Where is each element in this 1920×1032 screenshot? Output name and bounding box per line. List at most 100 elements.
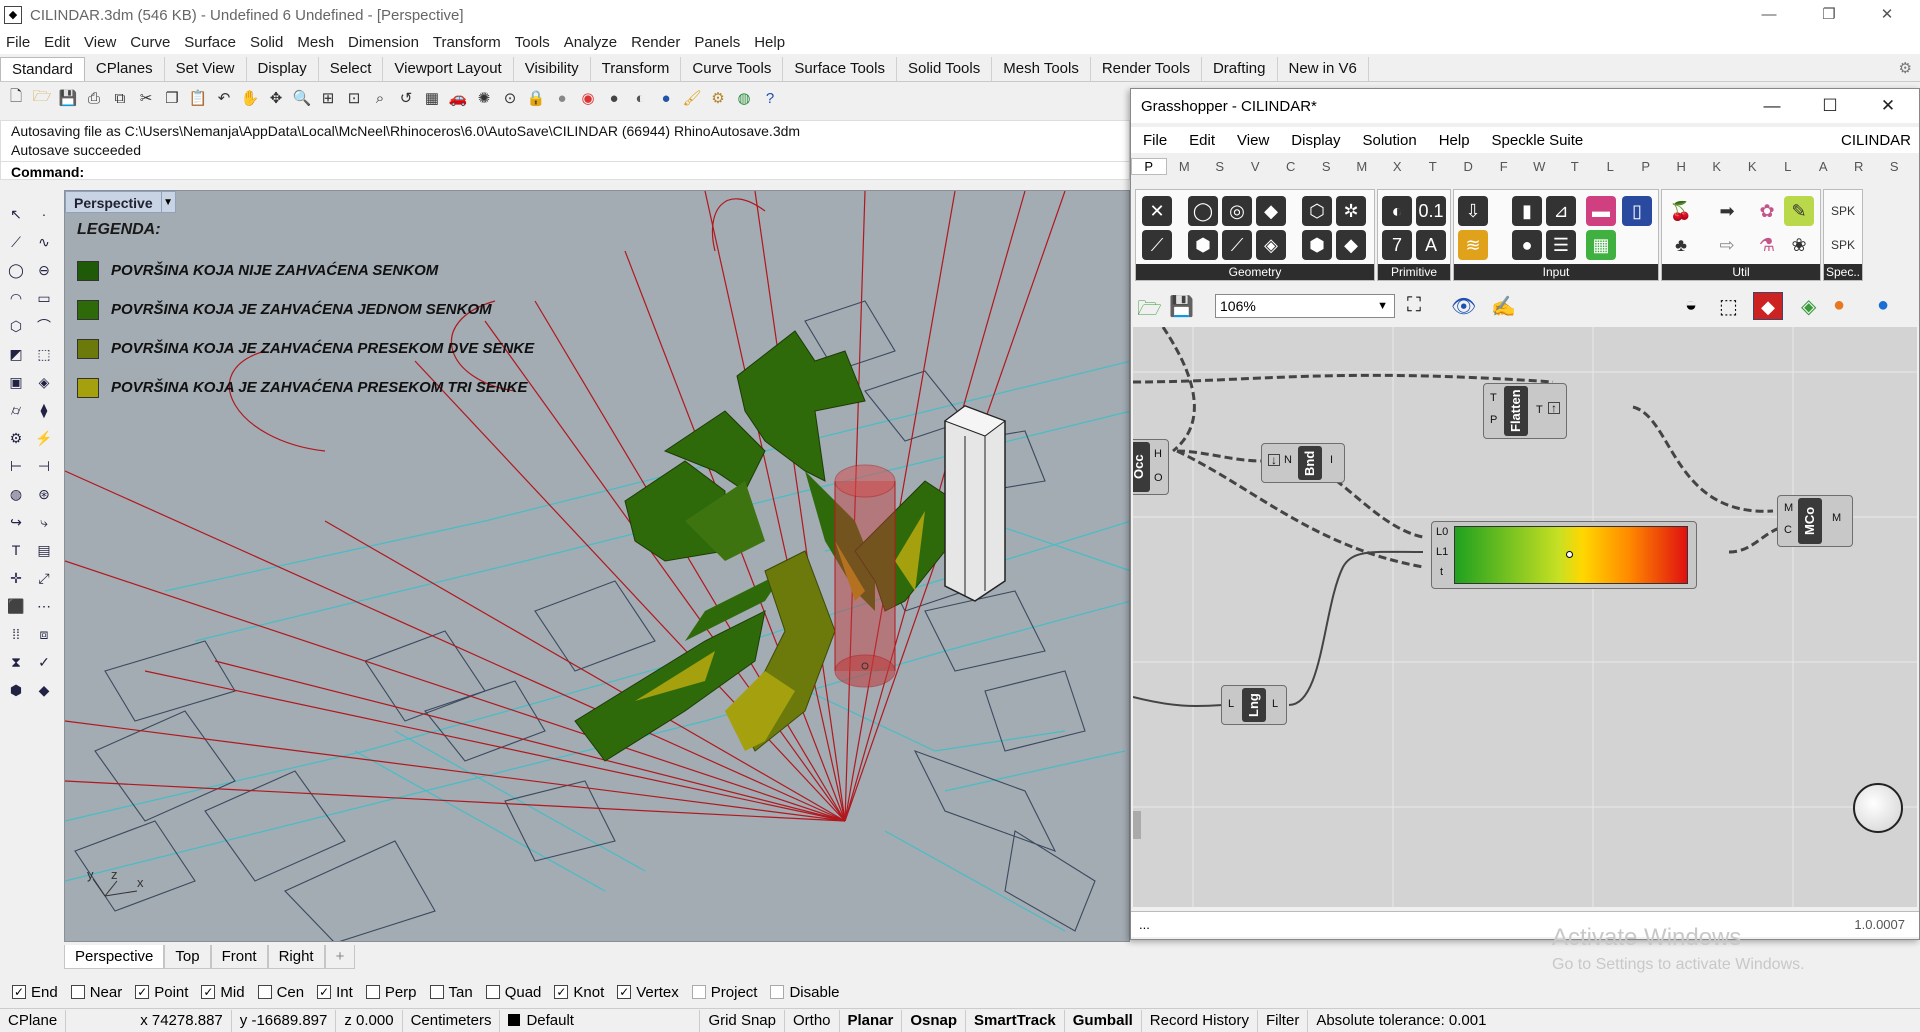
checkbox-icon[interactable]: ✓ xyxy=(201,985,216,999)
tab-perspective[interactable]: Perspective xyxy=(64,945,165,969)
osnap-perp[interactable]: Perp xyxy=(365,984,417,1001)
bnd-input-n[interactable]: N xyxy=(1284,454,1292,466)
light-icon[interactable]: ✺ xyxy=(472,86,496,110)
mco-input-m[interactable]: M xyxy=(1784,502,1793,514)
close-button[interactable]: ✕ xyxy=(1864,0,1910,30)
menu-file[interactable]: File xyxy=(6,34,30,51)
ortho-toggle[interactable]: Ortho xyxy=(785,1009,840,1032)
category-tab[interactable]: M xyxy=(1167,159,1203,174)
light-tool-icon[interactable]: ⚡ xyxy=(32,426,56,450)
category-tab[interactable]: V xyxy=(1238,159,1274,174)
param-icon[interactable]: ▯ xyxy=(1622,196,1652,226)
tab-transform[interactable]: Transform xyxy=(591,57,682,81)
lng-input-l[interactable]: L xyxy=(1228,698,1234,710)
arrow-outline-icon[interactable]: ⇨ xyxy=(1712,230,1742,260)
import-icon[interactable]: ⧉ xyxy=(108,86,132,110)
zoom-selected-icon[interactable]: ⊡ xyxy=(342,86,366,110)
galapagos-icon[interactable]: ✿ xyxy=(1752,196,1782,226)
param-icon[interactable]: ◎ xyxy=(1222,196,1252,226)
menu-transform[interactable]: Transform xyxy=(433,34,501,51)
tab-mesh-tools[interactable]: Mesh Tools xyxy=(992,57,1091,81)
ellipse-icon[interactable]: ⊖ xyxy=(32,258,56,282)
lng-component[interactable]: L Lng L xyxy=(1221,685,1287,725)
point-icon[interactable]: ⊙ xyxy=(498,86,522,110)
cherry-icon[interactable]: 🍒 xyxy=(1666,196,1696,226)
loft-icon[interactable]: ⬚ xyxy=(32,342,56,366)
material-tool-icon[interactable]: ◆ xyxy=(32,678,56,702)
category-tab[interactable]: D xyxy=(1451,159,1487,174)
tab-select[interactable]: Select xyxy=(319,57,384,81)
preview-eye-icon[interactable]: 👁 xyxy=(1451,294,1476,319)
box-icon[interactable]: ▣ xyxy=(4,370,28,394)
gh-document-name[interactable]: CILINDAR xyxy=(1841,132,1911,149)
osnap-project[interactable]: Project xyxy=(691,984,757,1001)
param-icon[interactable]: ▬ xyxy=(1586,196,1616,226)
boolean-union-icon[interactable]: ◍ xyxy=(4,482,28,506)
tab-visibility[interactable]: Visibility xyxy=(514,57,591,81)
tab-new-in-v6[interactable]: New in V6 xyxy=(1278,57,1369,81)
render-tool-icon[interactable]: ⬢ xyxy=(4,678,28,702)
undo-view-icon[interactable]: ↺ xyxy=(394,86,418,110)
gradient-input-l1[interactable]: L1 xyxy=(1436,546,1448,558)
rhino-app-icon[interactable]: ◆ xyxy=(4,6,22,24)
rectangle-icon[interactable]: ▭ xyxy=(32,286,56,310)
menu-help[interactable]: Help xyxy=(754,34,785,51)
arc-icon[interactable]: ◠ xyxy=(4,286,28,310)
mco-output-m[interactable]: M xyxy=(1832,512,1841,524)
select-arrow-icon[interactable]: ↖ xyxy=(4,202,28,226)
checkbox-icon[interactable]: ✓ xyxy=(135,985,150,999)
text-icon[interactable]: T xyxy=(4,538,28,562)
menu-solid[interactable]: Solid xyxy=(250,34,283,51)
param-icon[interactable]: ◆ xyxy=(1336,230,1366,260)
grasshopper-canvas[interactable]: Occ H O T P Flatten T ↑ ↓ N Bnd I L0 L1 … xyxy=(1133,327,1917,907)
mesh-icon[interactable]: ⚙ xyxy=(4,426,28,450)
move-icon[interactable]: ✛ xyxy=(4,566,28,590)
gradient-input-l0[interactable]: L0 xyxy=(1436,526,1448,538)
flatten-component[interactable]: T P Flatten T ↑ xyxy=(1483,383,1567,439)
grid-icon[interactable]: ▦ xyxy=(420,86,444,110)
param-icon[interactable]: ⬢ xyxy=(1302,230,1332,260)
param-icon[interactable]: ◐ xyxy=(1382,196,1412,226)
bnd-output-i[interactable]: I xyxy=(1330,454,1333,466)
cluster-icon[interactable]: ❀ xyxy=(1784,230,1814,260)
polygon-icon[interactable]: ⬡ xyxy=(4,314,28,338)
gh-menu-view[interactable]: View xyxy=(1237,132,1269,149)
zoom-select[interactable]: 106% ▼ xyxy=(1215,294,1395,318)
extrude-icon[interactable]: ⧫ xyxy=(32,398,56,422)
param-icon[interactable]: ● xyxy=(1512,230,1542,260)
param-icon[interactable]: ☰ xyxy=(1546,230,1576,260)
checkbox-icon[interactable]: ✓ xyxy=(12,985,26,999)
wireframe-icon[interactable]: ⬚ xyxy=(1719,294,1738,319)
array-icon[interactable]: ⁞⁞ xyxy=(4,622,28,646)
navigation-compass-icon[interactable] xyxy=(1853,783,1903,833)
gh-close-button[interactable]: ✕ xyxy=(1865,89,1911,123)
osnap-point[interactable]: ✓ Point xyxy=(135,984,188,1001)
mco-component[interactable]: M C MCo M xyxy=(1777,495,1853,547)
param-icon[interactable]: ⬡ xyxy=(1302,196,1332,226)
menu-curve[interactable]: Curve xyxy=(130,34,170,51)
scrollbar-handle[interactable] xyxy=(1133,811,1141,839)
param-icon[interactable]: ✲ xyxy=(1336,196,1366,226)
sketch-icon[interactable]: ✍ xyxy=(1491,294,1516,319)
flask-icon[interactable]: ⚗ xyxy=(1752,230,1782,260)
tab-render-tools[interactable]: Render Tools xyxy=(1091,57,1202,81)
open-file-icon[interactable]: 🗁 xyxy=(30,86,54,110)
flatten-input-t[interactable]: T xyxy=(1490,392,1497,404)
category-tab[interactable]: H xyxy=(1664,159,1700,174)
note-icon[interactable]: ✎ xyxy=(1784,196,1814,226)
lng-output-l[interactable]: L xyxy=(1272,698,1278,710)
gh-menu-edit[interactable]: Edit xyxy=(1189,132,1215,149)
sphere-icon[interactable]: ● xyxy=(550,86,574,110)
category-tab[interactable]: A xyxy=(1806,159,1842,174)
cplane-status[interactable]: CPlane xyxy=(0,1009,67,1032)
check-icon[interactable]: ✓ xyxy=(32,650,56,674)
tab-curve-tools[interactable]: Curve Tools xyxy=(681,57,784,81)
viewport-name[interactable]: Perspective xyxy=(65,191,162,213)
category-tab[interactable]: C xyxy=(1273,159,1309,174)
param-icon[interactable]: ⟋ xyxy=(1222,230,1252,260)
param-icon[interactable]: ◆ xyxy=(1256,196,1286,226)
minimize-button[interactable]: — xyxy=(1746,0,1792,30)
tab-right[interactable]: Right xyxy=(267,945,325,969)
speckle-icon[interactable]: SPK xyxy=(1828,196,1858,226)
checkbox-icon[interactable] xyxy=(70,985,85,999)
